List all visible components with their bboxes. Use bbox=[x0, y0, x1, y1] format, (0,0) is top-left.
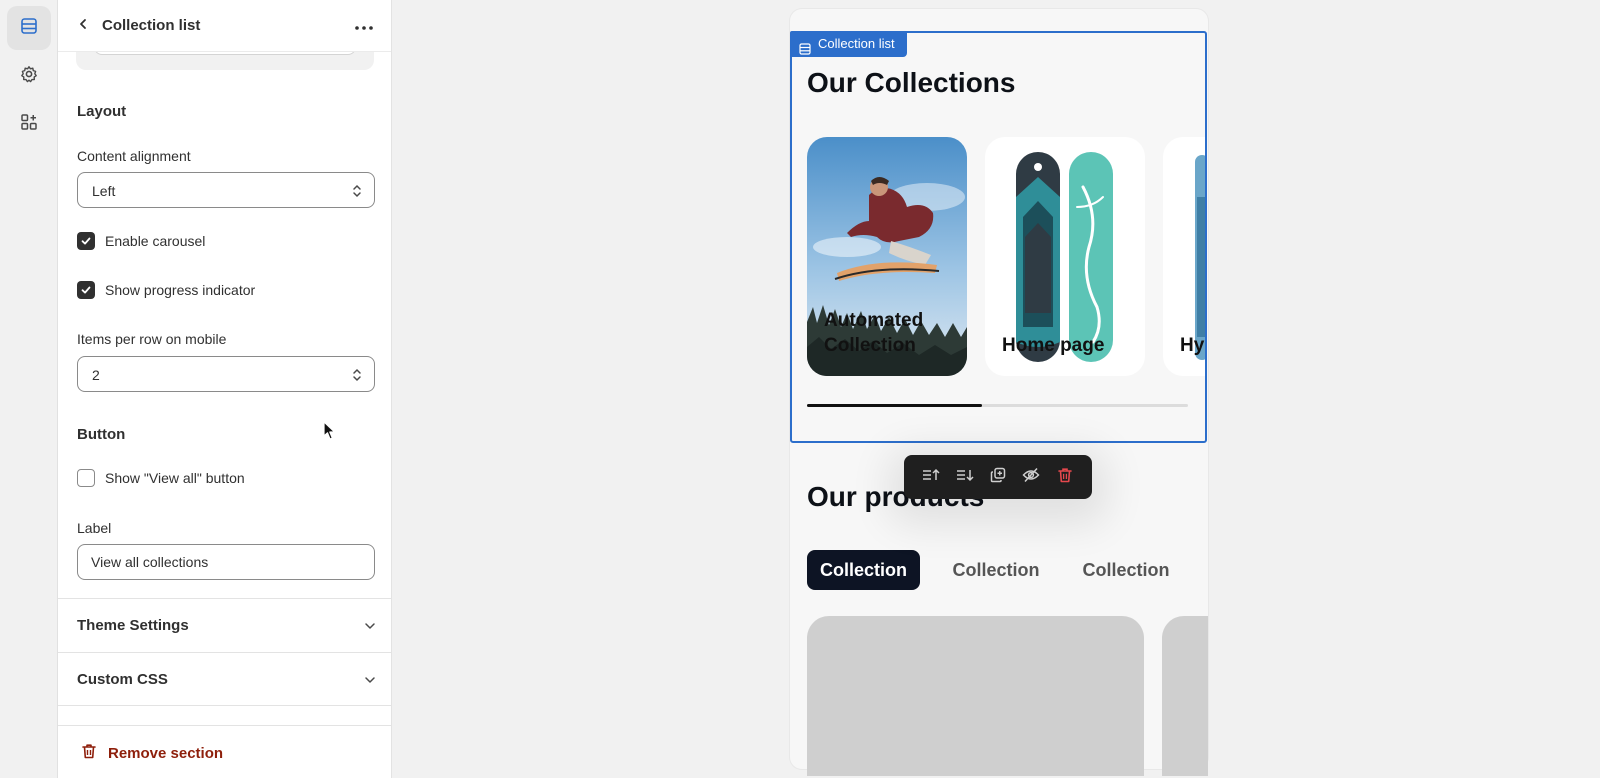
remove-section-label: Remove section bbox=[108, 745, 224, 762]
rail-apps-button[interactable] bbox=[7, 102, 51, 146]
show-progress-label: Show progress indicator bbox=[105, 282, 256, 298]
product-card-placeholder[interactable] bbox=[1162, 616, 1208, 776]
move-up-icon bbox=[922, 468, 940, 487]
sections-icon bbox=[799, 38, 811, 64]
items-per-row-value: 2 bbox=[92, 367, 100, 383]
layout-heading: Layout bbox=[77, 103, 127, 120]
remove-section-row: Remove section bbox=[58, 725, 391, 778]
button-label-input[interactable] bbox=[77, 544, 375, 580]
items-per-row-select[interactable]: 2 bbox=[77, 356, 375, 392]
trash-icon bbox=[80, 742, 98, 765]
theme-settings-label: Theme Settings bbox=[77, 617, 189, 634]
delete-icon bbox=[1057, 467, 1073, 488]
show-view-all-checkbox[interactable] bbox=[77, 469, 95, 487]
more-actions-button[interactable] bbox=[350, 13, 378, 39]
show-view-all-option[interactable]: Show "View all" button bbox=[77, 467, 245, 489]
chevron-down-icon bbox=[364, 673, 376, 691]
product-tab-collection[interactable]: Collection bbox=[938, 550, 1054, 590]
apps-add-icon bbox=[20, 113, 38, 136]
left-rail bbox=[0, 0, 58, 778]
content-alignment-value: Left bbox=[92, 183, 116, 199]
section-selection-tag[interactable]: Collection list bbox=[790, 31, 907, 57]
product-tab-collection[interactable]: Collection bbox=[807, 550, 920, 590]
content-alignment-label: Content alignment bbox=[77, 148, 191, 164]
checkmark-icon bbox=[81, 286, 91, 294]
panel-header: Collection list bbox=[58, 0, 391, 52]
checkmark-icon bbox=[81, 237, 91, 245]
show-view-all-label: Show "View all" button bbox=[105, 470, 245, 486]
select-chevrons-icon bbox=[351, 182, 363, 200]
rail-sections-button[interactable] bbox=[7, 6, 51, 50]
button-heading: Button bbox=[77, 426, 126, 443]
delete-button[interactable] bbox=[1051, 463, 1079, 491]
hide-button[interactable] bbox=[1017, 463, 1045, 491]
enable-carousel-checkbox[interactable] bbox=[77, 232, 95, 250]
section-selection-outline bbox=[790, 31, 1207, 443]
show-progress-checkbox[interactable] bbox=[77, 281, 95, 299]
enable-carousel-option[interactable]: Enable carousel bbox=[77, 230, 205, 252]
duplicate-icon bbox=[990, 467, 1006, 488]
theme-settings-accordion[interactable]: Theme Settings bbox=[58, 598, 391, 652]
show-progress-option[interactable]: Show progress indicator bbox=[77, 279, 255, 301]
move-down-button[interactable] bbox=[951, 463, 979, 491]
chevron-left-icon bbox=[77, 17, 89, 35]
items-per-row-label: Items per row on mobile bbox=[77, 331, 227, 347]
more-horizontal-icon bbox=[355, 17, 373, 35]
back-button[interactable] bbox=[70, 13, 96, 39]
selection-tag-label: Collection list bbox=[818, 36, 895, 51]
custom-css-accordion[interactable]: Custom CSS bbox=[58, 652, 391, 706]
button-label-label: Label bbox=[77, 520, 112, 536]
chevron-down-icon bbox=[364, 619, 376, 637]
rail-settings-button[interactable] bbox=[7, 54, 51, 98]
mouse-cursor-icon bbox=[323, 421, 337, 446]
remove-section-button[interactable]: Remove section bbox=[80, 742, 223, 765]
panel-title: Collection list bbox=[102, 17, 201, 34]
sections-icon bbox=[20, 17, 38, 40]
select-chevrons-icon bbox=[351, 366, 363, 384]
move-up-button[interactable] bbox=[917, 463, 945, 491]
product-tab-collection[interactable]: Collection bbox=[1068, 550, 1184, 590]
duplicate-button[interactable] bbox=[984, 463, 1012, 491]
product-card-placeholder[interactable] bbox=[807, 616, 1144, 776]
content-alignment-select[interactable]: Left bbox=[77, 172, 375, 208]
hide-icon bbox=[1022, 467, 1040, 488]
enable-carousel-label: Enable carousel bbox=[105, 233, 206, 249]
custom-css-label: Custom CSS bbox=[77, 671, 168, 688]
move-down-icon bbox=[956, 468, 974, 487]
section-toolbar bbox=[904, 455, 1092, 499]
section-settings-panel: Collection list Layout Content alignment… bbox=[58, 0, 392, 778]
settings-gear-icon bbox=[20, 65, 38, 88]
